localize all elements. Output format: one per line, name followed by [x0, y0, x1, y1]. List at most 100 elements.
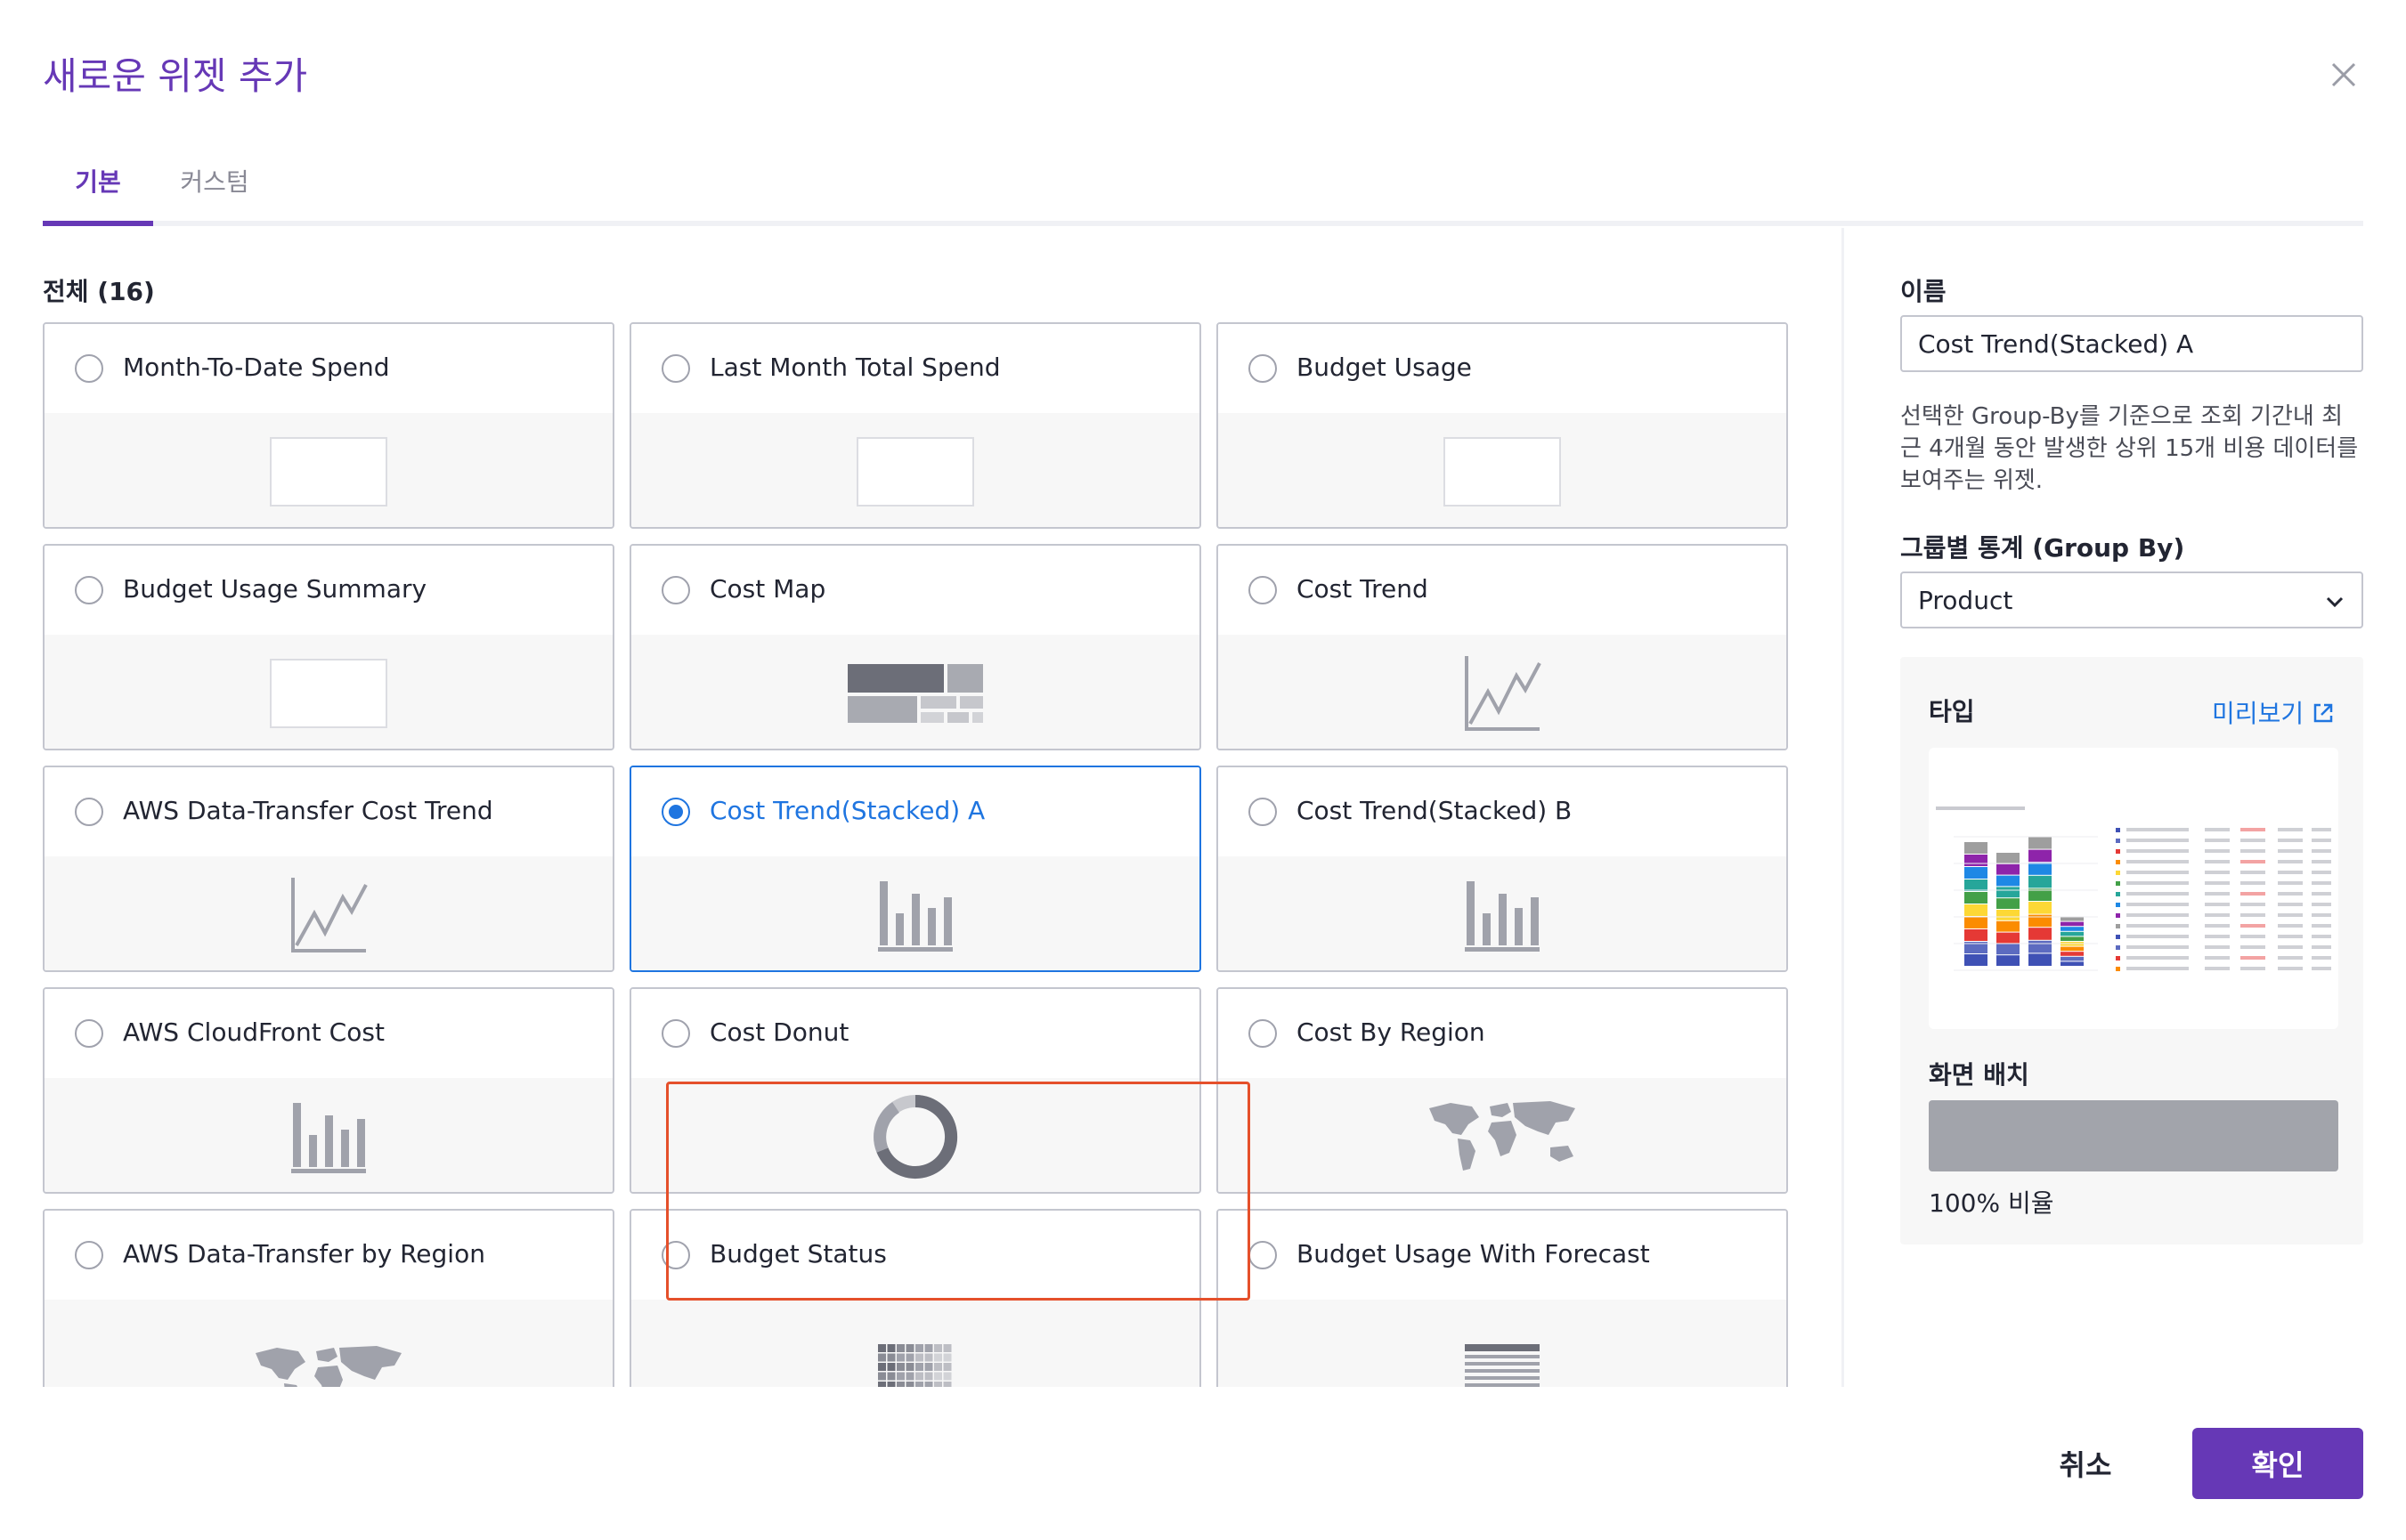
preview-table-cell — [2205, 913, 2230, 917]
widget-card[interactable]: AWS Data-Transfer by Region — [43, 1209, 614, 1387]
preview-table-cell — [2312, 956, 2331, 960]
group-by-label: 그룹별 통계 (Group By) — [1900, 533, 2185, 563]
widget-radio[interactable] — [1248, 798, 1277, 826]
preview-table-cell — [2240, 903, 2265, 906]
preview-table-cell — [2126, 849, 2189, 853]
grid-icon-cell — [897, 1382, 905, 1387]
widget-radio[interactable] — [75, 576, 103, 604]
widget-card[interactable]: Budget Usage Summary — [43, 544, 614, 750]
grid-icon-cell — [878, 1344, 886, 1353]
preview-bar-segment — [1996, 898, 2020, 909]
preview-table-cell — [2205, 892, 2230, 896]
preview-table-cell — [2240, 871, 2265, 874]
layout-ratio-bar[interactable] — [1929, 1100, 2338, 1171]
group-by-select[interactable]: Product — [1900, 571, 2363, 628]
grid-icon-cell — [915, 1363, 923, 1372]
widget-card[interactable]: Cost By Region — [1216, 987, 1788, 1194]
widget-card-selected[interactable]: Cost Trend(Stacked) A — [630, 766, 1201, 972]
preview-link[interactable]: 미리보기 — [2212, 694, 2335, 730]
line-chart-icon — [291, 878, 368, 952]
widget-radio-checked[interactable] — [662, 798, 690, 826]
preview-table-cell — [2240, 839, 2265, 842]
preview-table-cell — [2240, 935, 2265, 938]
bar-chart-icon — [878, 881, 953, 952]
widget-card[interactable]: AWS CloudFront Cost — [43, 987, 614, 1194]
widget-radio[interactable] — [1248, 1019, 1277, 1048]
widget-radio[interactable] — [75, 354, 103, 383]
preview-table-cell — [2126, 956, 2189, 960]
widget-card[interactable]: Cost Trend — [1216, 544, 1788, 750]
widget-radio[interactable] — [662, 1019, 690, 1048]
grid-icon-cell — [906, 1372, 914, 1381]
widget-card[interactable]: Cost Trend(Stacked) B — [1216, 766, 1788, 972]
widget-card[interactable]: AWS Data-Transfer Cost Trend — [43, 766, 614, 972]
preview-bar-segment — [1964, 917, 1987, 928]
preview-bar-segment — [2061, 946, 2084, 952]
modal-title: 새로운 위젯 추가 — [43, 54, 308, 98]
preview-table-cell — [2126, 945, 2189, 949]
widget-card[interactable]: Last Month Total Spend — [630, 322, 1201, 529]
widget-card[interactable]: Month-To-Date Spend — [43, 322, 614, 529]
grid-icon-cell — [915, 1353, 923, 1362]
grid-icon-cell — [887, 1382, 896, 1387]
preview-table-cell — [2240, 892, 2265, 896]
preview-table-cell — [2278, 956, 2303, 960]
widget-name-input[interactable] — [1900, 315, 2363, 372]
grid-icon-cell — [887, 1344, 896, 1353]
preview-table-swatch — [2116, 849, 2120, 854]
widget-radio[interactable] — [1248, 1241, 1277, 1269]
widget-card[interactable]: Cost Donut — [630, 987, 1201, 1194]
preview-table-cell — [2312, 892, 2331, 896]
widget-radio[interactable] — [662, 354, 690, 383]
preview-table-swatch — [2116, 913, 2120, 918]
line-chart-icon — [1465, 656, 1541, 731]
tab-custom[interactable]: 커스텀 — [153, 151, 276, 226]
stripes-icon — [1465, 1344, 1540, 1387]
bar-chart-icon — [291, 1103, 366, 1173]
preview-bar-segment — [2028, 875, 2052, 888]
preview-table-swatch — [2116, 860, 2120, 864]
widget-card[interactable]: Cost Map — [630, 544, 1201, 750]
preview-bar-segment — [1964, 867, 1987, 879]
widget-radio[interactable] — [75, 1019, 103, 1048]
panel-divider — [1841, 228, 1844, 1387]
widget-card[interactable]: Budget Usage — [1216, 322, 1788, 529]
widget-radio[interactable] — [662, 576, 690, 604]
preview-table-cell — [2312, 839, 2331, 842]
preview-table-cell — [2240, 924, 2265, 928]
grid-icon-cell — [906, 1353, 914, 1362]
preview-table-cell — [2278, 881, 2303, 885]
preview-bar-segment — [2028, 902, 2052, 914]
widget-radio[interactable] — [75, 1241, 103, 1269]
close-button[interactable] — [2324, 55, 2363, 94]
widget-radio[interactable] — [1248, 354, 1277, 383]
preview-table-cell — [2278, 945, 2303, 949]
preview-table-swatch — [2116, 828, 2120, 832]
widget-radio[interactable] — [75, 798, 103, 826]
preview-bar-segment — [1996, 875, 2020, 887]
preview-table-cell — [2312, 945, 2331, 949]
preview-table-cell — [2205, 945, 2230, 949]
preview-table-cell — [2278, 903, 2303, 906]
widget-radio[interactable] — [662, 1241, 690, 1269]
preview-bar-segment — [1996, 955, 2020, 966]
grid-icon-cell — [887, 1372, 896, 1381]
grid-icon-cell — [943, 1382, 952, 1387]
widget-radio[interactable] — [1248, 576, 1277, 604]
preview-bar-segment — [2028, 849, 2052, 863]
confirm-button[interactable]: 확인 — [2192, 1428, 2363, 1499]
preview-bar-segment — [1996, 944, 2020, 955]
preview-table-cell — [2312, 967, 2331, 970]
tab-basic[interactable]: 기본 — [43, 151, 153, 226]
cancel-button[interactable]: 취소 — [2020, 1428, 2151, 1499]
widget-card-label: Cost Trend(Stacked) B — [1296, 796, 1573, 825]
widget-card[interactable]: Budget Status — [630, 1209, 1201, 1387]
preview-table-cell — [2240, 849, 2265, 853]
widget-card[interactable]: Budget Usage With Forecast — [1216, 1209, 1788, 1387]
widget-card-label: Month-To-Date Spend — [123, 353, 390, 382]
grid-icon-cell — [934, 1363, 942, 1372]
preview-table-cell — [2126, 892, 2189, 896]
preview-bar-segment — [1996, 932, 2020, 944]
blank-box-icon — [270, 437, 387, 507]
widget-card-label: Cost Trend — [1296, 574, 1428, 604]
